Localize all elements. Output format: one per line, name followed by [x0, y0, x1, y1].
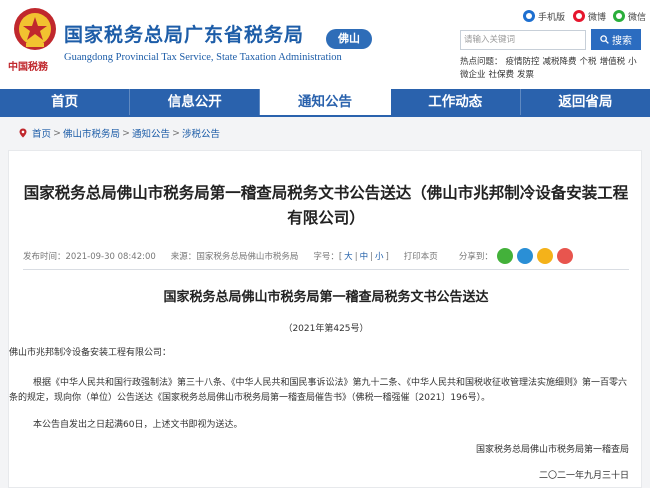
- signature: 国家税务总局佛山市税务局第一稽查局: [475, 445, 629, 455]
- search-button[interactable]: 搜索: [591, 29, 641, 50]
- hot-topic-link[interactable]: 发票: [517, 70, 534, 80]
- print-button[interactable]: 打印本页: [404, 250, 438, 262]
- font-small-button[interactable]: 小: [375, 252, 384, 262]
- search-input[interactable]: 请输入关键词: [460, 30, 586, 50]
- share-bar: 分享到：: [459, 248, 573, 264]
- location-pin-icon: [19, 128, 27, 138]
- mobile-version-link[interactable]: 手机版: [523, 8, 565, 24]
- search-button-label: 搜索: [612, 36, 632, 47]
- mobile-icon: [523, 10, 535, 22]
- sign-date: 二〇二一年九月三十日: [538, 471, 629, 481]
- qzone-share-icon[interactable]: [536, 248, 553, 264]
- qq-share-icon[interactable]: [516, 248, 533, 264]
- main-nav: 首页 信息公开 通知公告 工作动态 返回省局: [0, 89, 650, 115]
- weibo-link[interactable]: 微博: [573, 8, 606, 24]
- meta-divider: [23, 269, 629, 270]
- breadcrumb: 首页 > 佛山市税务局 > 通知公告 > 涉税公告: [18, 125, 220, 141]
- nav-back-province[interactable]: 返回省局: [521, 89, 650, 115]
- hot-topic-link[interactable]: 疫情防控: [506, 57, 540, 67]
- article-meta: 发布时间：2021-09-30 08:42:00 来源：国家税务总局佛山市税务局…: [23, 246, 629, 266]
- font-size-controls: 字号：[大 | 中 | 小]: [313, 252, 389, 262]
- nav-home[interactable]: 首页: [0, 89, 131, 115]
- hot-topic-link[interactable]: 增值税: [600, 57, 626, 67]
- body-paragraph: 本公告自发出之日起满60日，上述文书即视为送达。: [33, 420, 243, 430]
- publish-date: 发布时间：2021-09-30 08:42:00: [23, 252, 156, 262]
- breadcrumb-separator: >: [171, 127, 180, 139]
- font-large-button[interactable]: 大: [344, 252, 353, 262]
- hot-topics-label: 热点问题：: [460, 57, 503, 67]
- nav-notices[interactable]: 通知公告: [260, 89, 391, 115]
- breadcrumb-separator: >: [53, 127, 61, 139]
- mobile-version-label: 手机版: [538, 12, 566, 23]
- wechat-share-icon[interactable]: [496, 248, 513, 264]
- site-header: 中国税務 国家税务总局广东省税务局 Guangdong Provincial T…: [0, 0, 650, 86]
- nav-work-news[interactable]: 工作动态: [391, 89, 521, 115]
- city-badge[interactable]: 佛山: [326, 29, 372, 49]
- nav-info-disclosure[interactable]: 信息公开: [130, 89, 261, 115]
- weibo-icon: [573, 10, 585, 22]
- breadcrumb-notices[interactable]: 通知公告: [132, 126, 170, 140]
- breadcrumb-home[interactable]: 首页: [32, 126, 51, 140]
- article-panel: 国家税务总局佛山市税务局第一稽查局税务文书公告送达（佛山市兆邦制冷设备安装工程有…: [8, 150, 642, 488]
- emblem-caption: 中国税務: [8, 62, 48, 73]
- search-icon: [600, 35, 609, 44]
- font-medium-button[interactable]: 中: [360, 252, 369, 262]
- article-source: 来源：国家税务总局佛山市税务局: [170, 252, 299, 262]
- recipient: 佛山市兆邦制冷设备安装工程有限公司：: [9, 348, 172, 358]
- breadcrumb-foshan[interactable]: 佛山市税务局: [63, 126, 120, 140]
- hot-topics: 热点问题： 疫情防控 减税降费 个税 增值税 小微企业 社保费 发票: [460, 56, 644, 82]
- wechat-link[interactable]: 微信: [613, 8, 646, 24]
- weibo-label: 微博: [588, 12, 607, 23]
- document-title: 国家税务总局佛山市税务局第一稽查局税务文书公告送达: [163, 290, 489, 305]
- site-title[interactable]: 国家税务总局广东省税务局: [64, 20, 304, 47]
- article-title: 国家税务总局佛山市税务局第一稽查局税务文书公告送达（佛山市兆邦制冷设备安装工程有…: [23, 184, 629, 227]
- breadcrumb-separator: >: [122, 127, 130, 139]
- hot-topic-link[interactable]: 个税: [580, 57, 597, 67]
- breadcrumb-tax-notices[interactable]: 涉税公告: [182, 126, 220, 140]
- weibo-share-icon[interactable]: [556, 248, 573, 264]
- site-subtitle: Guangdong Provincial Tax Service, State …: [64, 52, 342, 63]
- wechat-icon: [613, 10, 625, 22]
- hot-topic-link[interactable]: 社保费: [489, 70, 515, 80]
- tax-emblem-icon[interactable]: [12, 6, 58, 52]
- hot-topic-link[interactable]: 减税降费: [543, 57, 577, 67]
- share-label: 分享到：: [458, 252, 493, 262]
- document-number: （2021年第425号）: [283, 324, 369, 334]
- body-paragraph: 根据《中华人民共和国行政强制法》第三十八条、《中华人民共和国民事诉讼法》第九十二…: [9, 378, 628, 403]
- wechat-label: 微信: [628, 12, 647, 23]
